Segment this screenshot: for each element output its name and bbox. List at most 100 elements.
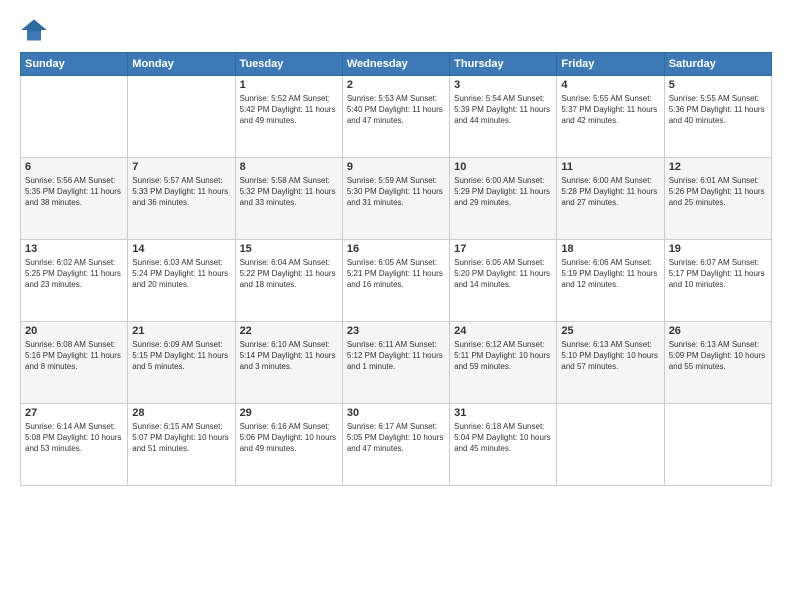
week-row-1: 1 Sunrise: 5:52 AM Sunset: 5:42 PM Daylig… [21,76,772,158]
day-cell: 24 Sunrise: 6:12 AM Sunset: 5:11 PM Dayli… [450,322,557,404]
header-cell-thursday: Thursday [450,53,557,76]
week-row-2: 6Sunrise: 5:56 AM Sunset: 5:35 PM Daylig… [21,158,772,240]
day-cell: 20 Sunrise: 6:08 AM Sunset: 5:16 PM Dayli… [21,322,128,404]
day-number: 26 [669,325,767,337]
day-cell: 7 Sunrise: 5:57 AM Sunset: 5:33 PM Daylig… [128,158,235,240]
day-cell: 21 Sunrise: 6:09 AM Sunset: 5:15 PM Dayli… [128,322,235,404]
day-info: Sunrise: 5:56 AM Sunset: 5:35 PM Dayligh… [25,175,123,209]
day-cell: 25 Sunrise: 6:13 AM Sunset: 5:10 PM Dayli… [557,322,664,404]
day-info: Sunrise: 6:17 AM Sunset: 5:05 PM Dayligh… [347,421,445,455]
day-cell: 22 Sunrise: 6:10 AM Sunset: 5:14 PM Dayli… [235,322,342,404]
day-info: Sunrise: 5:55 AM Sunset: 5:36 PM Dayligh… [669,93,767,127]
day-info: Sunrise: 6:04 AM Sunset: 5:22 PM Dayligh… [240,257,338,291]
day-cell: 17 Sunrise: 6:05 AM Sunset: 5:20 PM Dayli… [450,240,557,322]
page: SundayMondayTuesdayWednesdayThursdayFrid… [0,0,792,612]
day-number: 13 [25,243,123,255]
calendar-table: SundayMondayTuesdayWednesdayThursdayFrid… [20,52,772,486]
day-cell: 23 Sunrise: 6:11 AM Sunset: 5:12 PM Dayli… [342,322,449,404]
day-number: 3 [454,79,552,91]
day-cell: 10 Sunrise: 6:00 AM Sunset: 5:29 PM Dayli… [450,158,557,240]
header-cell-monday: Monday [128,53,235,76]
day-number: 12 [669,161,767,173]
day-info: Sunrise: 6:16 AM Sunset: 5:06 PM Dayligh… [240,421,338,455]
day-info: Sunrise: 5:54 AM Sunset: 5:39 PM Dayligh… [454,93,552,127]
day-number: 7 [132,161,230,173]
day-info: Sunrise: 6:10 AM Sunset: 5:14 PM Dayligh… [240,339,338,373]
day-cell: 14 Sunrise: 6:03 AM Sunset: 5:24 PM Dayli… [128,240,235,322]
day-number: 17 [454,243,552,255]
header-cell-saturday: Saturday [664,53,771,76]
day-cell: 15 Sunrise: 6:04 AM Sunset: 5:22 PM Dayli… [235,240,342,322]
day-cell: 3 Sunrise: 5:54 AM Sunset: 5:39 PM Daylig… [450,76,557,158]
day-number: 21 [132,325,230,337]
day-info: Sunrise: 6:14 AM Sunset: 5:08 PM Dayligh… [25,421,123,455]
day-cell: 2 Sunrise: 5:53 AM Sunset: 5:40 PM Daylig… [342,76,449,158]
week-row-4: 20 Sunrise: 6:08 AM Sunset: 5:16 PM Dayli… [21,322,772,404]
day-cell: 30 Sunrise: 6:17 AM Sunset: 5:05 PM Dayli… [342,404,449,486]
day-cell: 26 Sunrise: 6:13 AM Sunset: 5:09 PM Dayli… [664,322,771,404]
day-cell [557,404,664,486]
day-info: Sunrise: 5:53 AM Sunset: 5:40 PM Dayligh… [347,93,445,127]
day-info: Sunrise: 6:12 AM Sunset: 5:11 PM Dayligh… [454,339,552,373]
day-info: Sunrise: 6:03 AM Sunset: 5:24 PM Dayligh… [132,257,230,291]
header-cell-tuesday: Tuesday [235,53,342,76]
day-cell: 4Sunrise: 5:55 AM Sunset: 5:37 PM Daylig… [557,76,664,158]
day-cell: 9 Sunrise: 5:59 AM Sunset: 5:30 PM Daylig… [342,158,449,240]
day-info: Sunrise: 6:06 AM Sunset: 5:19 PM Dayligh… [561,257,659,291]
day-number: 8 [240,161,338,173]
day-info: Sunrise: 6:08 AM Sunset: 5:16 PM Dayligh… [25,339,123,373]
week-row-3: 13 Sunrise: 6:02 AM Sunset: 5:25 PM Dayli… [21,240,772,322]
day-number: 30 [347,407,445,419]
day-cell: 19 Sunrise: 6:07 AM Sunset: 5:17 PM Dayli… [664,240,771,322]
day-cell: 29Sunrise: 6:16 AM Sunset: 5:06 PM Dayli… [235,404,342,486]
day-info: Sunrise: 6:05 AM Sunset: 5:21 PM Dayligh… [347,257,445,291]
day-info: Sunrise: 6:05 AM Sunset: 5:20 PM Dayligh… [454,257,552,291]
day-info: Sunrise: 6:07 AM Sunset: 5:17 PM Dayligh… [669,257,767,291]
day-number: 5 [669,79,767,91]
day-cell: 11Sunrise: 6:00 AM Sunset: 5:28 PM Dayli… [557,158,664,240]
day-info: Sunrise: 5:57 AM Sunset: 5:33 PM Dayligh… [132,175,230,209]
week-row-5: 27 Sunrise: 6:14 AM Sunset: 5:08 PM Dayli… [21,404,772,486]
day-number: 10 [454,161,552,173]
header-row: SundayMondayTuesdayWednesdayThursdayFrid… [21,53,772,76]
day-cell [21,76,128,158]
day-info: Sunrise: 5:58 AM Sunset: 5:32 PM Dayligh… [240,175,338,209]
day-number: 25 [561,325,659,337]
day-info: Sunrise: 6:15 AM Sunset: 5:07 PM Dayligh… [132,421,230,455]
day-cell: 13 Sunrise: 6:02 AM Sunset: 5:25 PM Dayli… [21,240,128,322]
day-info: Sunrise: 6:11 AM Sunset: 5:12 PM Dayligh… [347,339,445,373]
day-number: 2 [347,79,445,91]
day-number: 1 [240,79,338,91]
day-cell: 5 Sunrise: 5:55 AM Sunset: 5:36 PM Daylig… [664,76,771,158]
day-info: Sunrise: 6:13 AM Sunset: 5:09 PM Dayligh… [669,339,767,373]
day-number: 22 [240,325,338,337]
day-cell: 28Sunrise: 6:15 AM Sunset: 5:07 PM Dayli… [128,404,235,486]
day-number: 20 [25,325,123,337]
day-cell: 27 Sunrise: 6:14 AM Sunset: 5:08 PM Dayli… [21,404,128,486]
day-info: Sunrise: 6:13 AM Sunset: 5:10 PM Dayligh… [561,339,659,373]
day-cell: 18 Sunrise: 6:06 AM Sunset: 5:19 PM Dayli… [557,240,664,322]
day-number: 19 [669,243,767,255]
day-info: Sunrise: 6:09 AM Sunset: 5:15 PM Dayligh… [132,339,230,373]
day-number: 27 [25,407,123,419]
day-number: 14 [132,243,230,255]
day-info: Sunrise: 5:59 AM Sunset: 5:30 PM Dayligh… [347,175,445,209]
day-number: 23 [347,325,445,337]
day-info: Sunrise: 6:00 AM Sunset: 5:28 PM Dayligh… [561,175,659,209]
day-number: 18 [561,243,659,255]
day-cell: 12 Sunrise: 6:01 AM Sunset: 5:26 PM Dayli… [664,158,771,240]
day-info: Sunrise: 5:52 AM Sunset: 5:42 PM Dayligh… [240,93,338,127]
day-number: 31 [454,407,552,419]
day-info: Sunrise: 6:18 AM Sunset: 5:04 PM Dayligh… [454,421,552,455]
day-info: Sunrise: 6:02 AM Sunset: 5:25 PM Dayligh… [25,257,123,291]
day-cell [128,76,235,158]
day-number: 9 [347,161,445,173]
day-info: Sunrise: 5:55 AM Sunset: 5:37 PM Dayligh… [561,93,659,127]
day-cell: 8 Sunrise: 5:58 AM Sunset: 5:32 PM Daylig… [235,158,342,240]
day-cell: 6Sunrise: 5:56 AM Sunset: 5:35 PM Daylig… [21,158,128,240]
day-number: 15 [240,243,338,255]
day-info: Sunrise: 6:01 AM Sunset: 5:26 PM Dayligh… [669,175,767,209]
day-info: Sunrise: 6:00 AM Sunset: 5:29 PM Dayligh… [454,175,552,209]
day-number: 24 [454,325,552,337]
logo-icon [20,16,48,44]
